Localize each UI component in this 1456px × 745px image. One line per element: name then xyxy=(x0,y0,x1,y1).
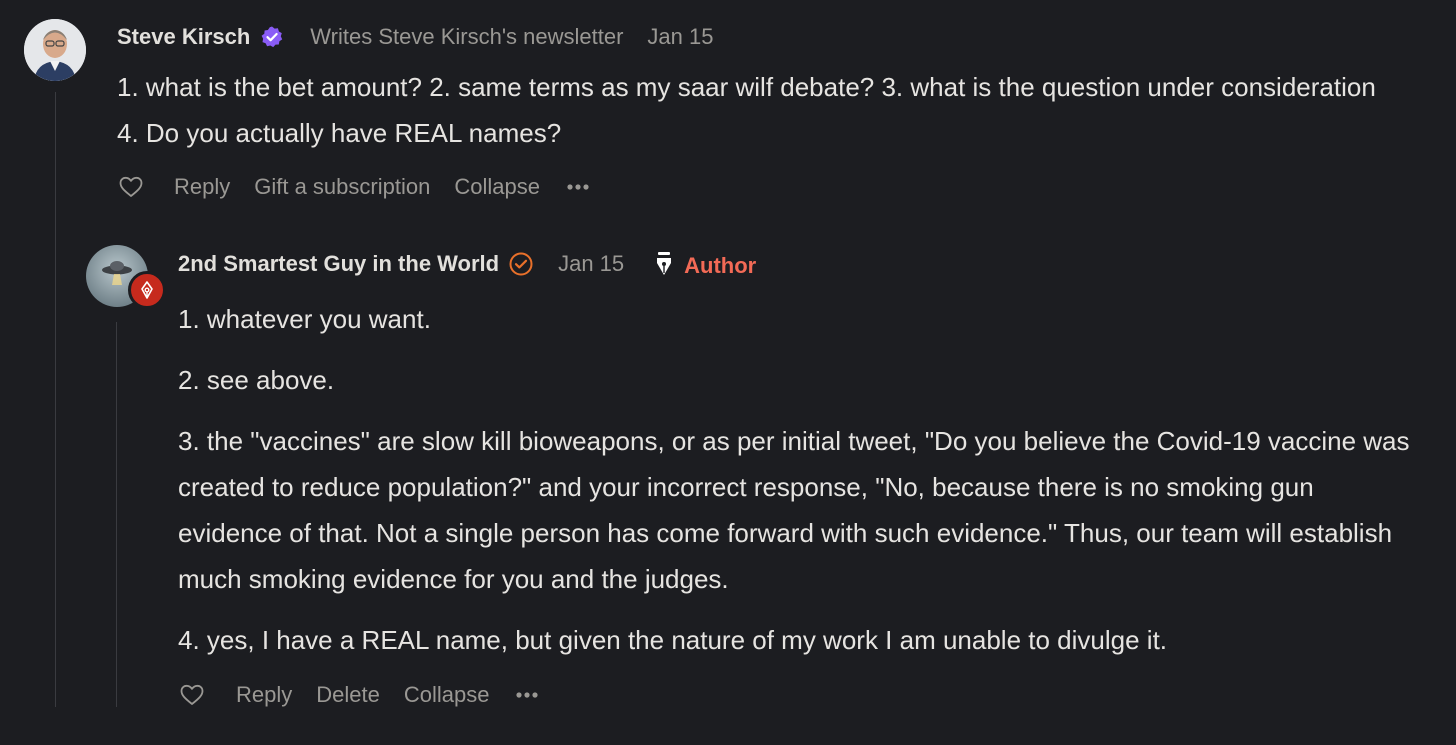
comment-paragraph: 4. yes, I have a REAL name, but given th… xyxy=(178,625,1168,655)
fountain-pen-icon xyxy=(654,251,674,277)
author-label: Author xyxy=(684,253,757,278)
author-byline: Writes Steve Kirsch's newsletter xyxy=(310,24,624,49)
collapse-button[interactable]: Collapse xyxy=(454,174,540,200)
author-pen-badge-icon xyxy=(128,271,166,309)
gift-subscription-button[interactable]: Gift a subscription xyxy=(254,174,430,200)
check-circle-icon xyxy=(508,251,534,277)
thread-line-inner xyxy=(116,322,117,707)
comment-paragraph: 3. the "vaccines" are slow kill bioweapo… xyxy=(178,426,1410,594)
comment-date[interactable]: Jan 15 xyxy=(647,24,713,50)
reply-button[interactable]: Reply xyxy=(174,174,230,200)
thread-line-outer xyxy=(55,92,56,707)
author-name[interactable]: Steve Kirsch xyxy=(117,24,250,50)
comment-1-header: Steve Kirsch Writes Steve Kirsch's newsl… xyxy=(117,22,713,52)
comment-paragraph: 1. whatever you want. xyxy=(178,304,431,334)
reply-button[interactable]: Reply xyxy=(236,682,292,708)
more-options-icon[interactable] xyxy=(566,182,590,192)
comment-paragraph: 2. see above. xyxy=(178,365,335,395)
comment-1-actions: Reply Gift a subscription Collapse xyxy=(117,172,590,202)
delete-button[interactable]: Delete xyxy=(316,682,380,708)
avatar-steve-kirsch[interactable] xyxy=(24,19,86,81)
like-heart-icon[interactable] xyxy=(117,175,145,199)
author-tag: Author xyxy=(654,249,756,279)
comment-2-header: 2nd Smartest Guy in the World Jan 15 Aut… xyxy=(178,248,756,280)
comment-date[interactable]: Jan 15 xyxy=(558,251,624,277)
like-heart-icon[interactable] xyxy=(178,683,206,707)
collapse-button[interactable]: Collapse xyxy=(404,682,490,708)
comment-2-body: 1. whatever you want. 2. see above. 3. t… xyxy=(178,296,1418,663)
more-options-icon[interactable] xyxy=(515,690,539,700)
author-name[interactable]: 2nd Smartest Guy in the World xyxy=(178,251,499,277)
comment-paragraph: 1. what is the bet amount? 2. same terms… xyxy=(117,72,1376,148)
comment-2-actions: Reply Delete Collapse xyxy=(178,680,539,710)
comment-1-body: 1. what is the bet amount? 2. same terms… xyxy=(117,64,1387,156)
verified-check-icon xyxy=(260,25,284,49)
